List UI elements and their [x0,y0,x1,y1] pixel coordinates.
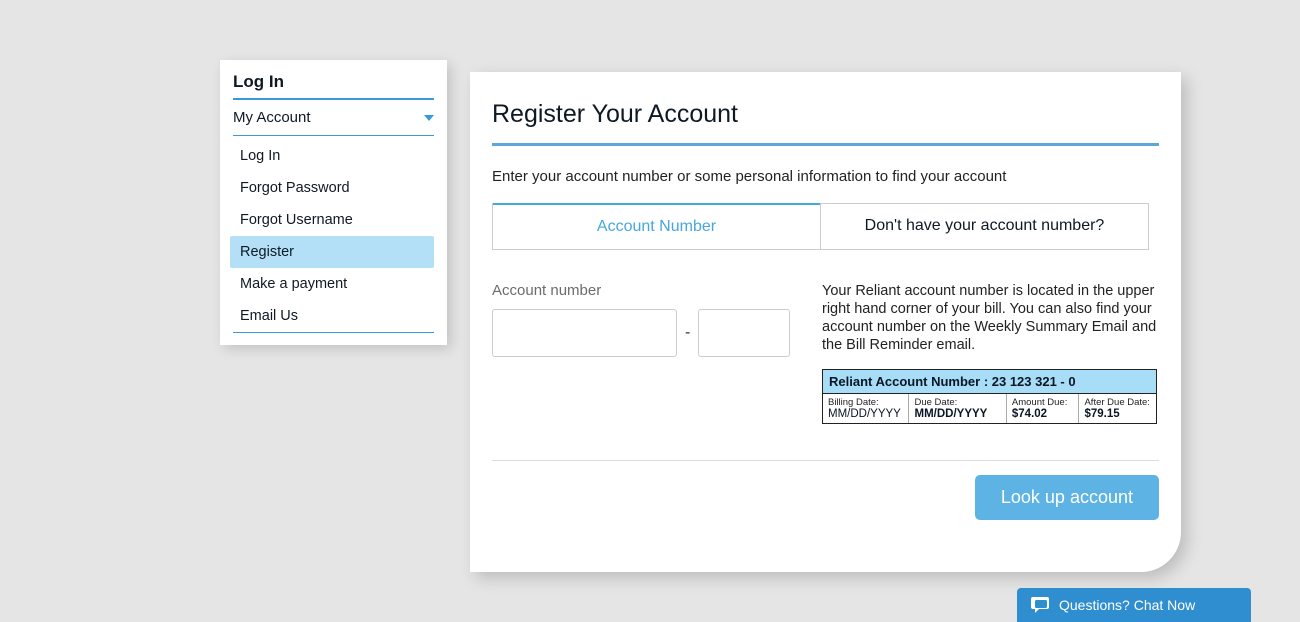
page-container: Log In My Account Log In Forgot Password… [50,0,1251,622]
account-dash: - [685,324,690,342]
sidebar: Log In My Account Log In Forgot Password… [220,60,447,345]
chat-now-button[interactable]: Questions? Chat Now [1017,588,1251,622]
bill-due-date: Due Date: MM/DD/YYYY [909,394,1006,423]
bill-amount-due-value: $74.02 [1012,408,1074,420]
sidebar-item-email-us[interactable]: Email Us [233,300,434,332]
sidebar-section-label: My Account [233,109,311,126]
bill-due-date-value: MM/DD/YYYY [914,408,1000,420]
sidebar-title: Log In [233,72,434,100]
sidebar-nav-list: Log In Forgot Password Forgot Username R… [233,136,434,333]
bill-example-header: Reliant Account Number : 23 123 321 - 0 [823,370,1156,394]
help-text: Your Reliant account number is located i… [822,282,1157,355]
sidebar-section-my-account[interactable]: My Account [233,100,434,136]
bill-due-date-label: Due Date: [914,397,1000,408]
tab-no-account-number[interactable]: Don't have your account number? [820,204,1148,249]
account-suffix-input[interactable] [698,309,790,357]
chat-text: Questions? Chat Now [1059,597,1195,613]
bill-billing-date-value: MM/DD/YYYY [828,408,903,420]
account-number-input[interactable] [492,309,677,357]
page-title: Register Your Account [492,100,1159,146]
bill-after-due-value: $79.15 [1084,408,1151,420]
lookup-account-button[interactable]: Look up account [975,475,1159,520]
form-left: Account number - [492,282,792,424]
bill-after-due-label: After Due Date: [1084,397,1151,408]
divider [492,460,1159,461]
sidebar-item-log-in[interactable]: Log In [233,140,434,172]
chevron-down-icon [424,115,434,121]
sidebar-item-make-a-payment[interactable]: Make a payment [233,268,434,300]
bill-example: Reliant Account Number : 23 123 321 - 0 … [822,369,1157,424]
bill-billing-date: Billing Date: MM/DD/YYYY [823,394,909,423]
sidebar-item-forgot-username[interactable]: Forgot Username [233,204,434,236]
main-card: Register Your Account Enter your account… [470,72,1181,572]
tabs: Account Number Don't have your account n… [492,203,1149,250]
bill-amount-due-label: Amount Due: [1012,397,1074,408]
sidebar-item-forgot-password[interactable]: Forgot Password [233,172,434,204]
form-right: Your Reliant account number is located i… [822,282,1157,424]
sidebar-item-register[interactable]: Register [230,236,434,268]
bill-billing-date-label: Billing Date: [828,397,903,408]
bill-amount-due: Amount Due: $74.02 [1007,394,1080,423]
bill-after-due: After Due Date: $79.15 [1079,394,1156,423]
account-number-label: Account number [492,282,792,299]
chat-icon [1031,596,1051,614]
instruction-text: Enter your account number or some person… [492,146,1159,203]
tab-account-number[interactable]: Account Number [493,203,820,249]
